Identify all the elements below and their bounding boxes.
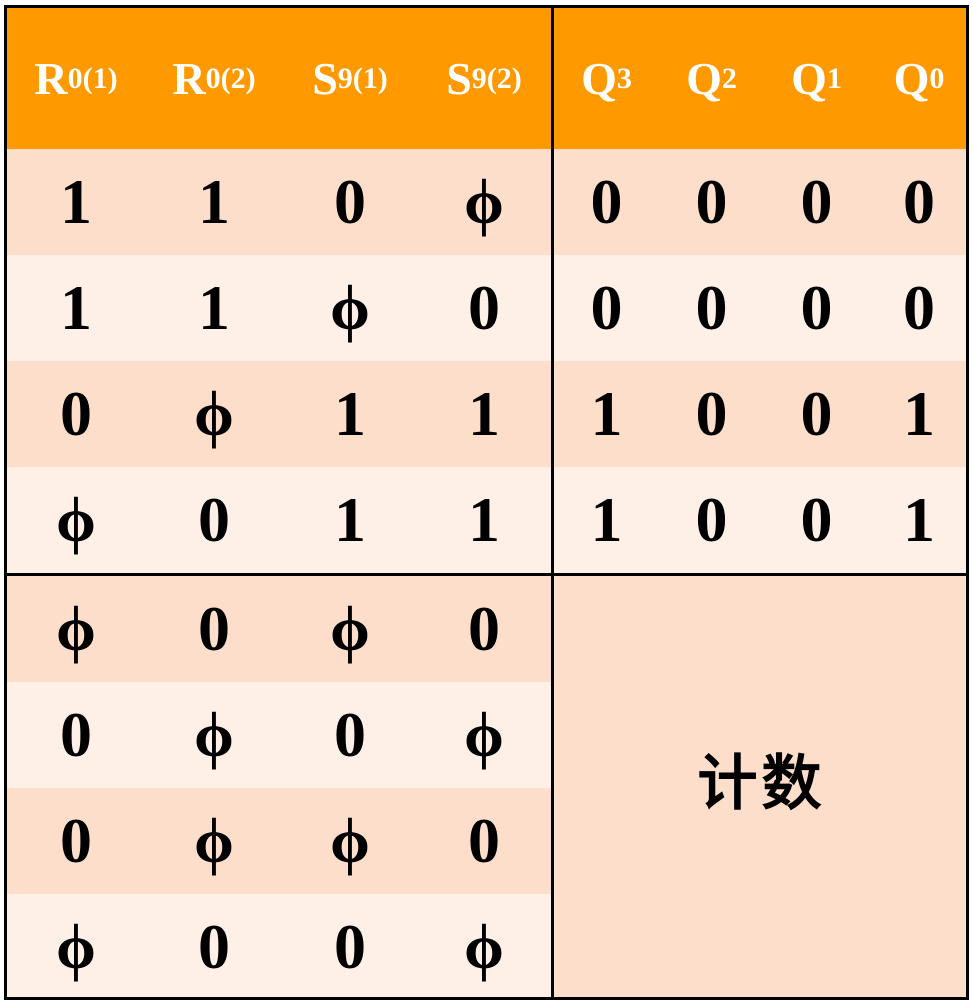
header-output-3: Q0 <box>869 8 966 149</box>
count-input-cell: ϕ <box>145 788 283 894</box>
output-cell: 0 <box>764 255 869 361</box>
output-cell: 0 <box>554 149 659 255</box>
header-input-2: S 9(1) <box>283 8 417 149</box>
count-input-cell: ϕ <box>283 788 417 894</box>
header-symbol: Q <box>686 52 722 104</box>
header-input-3: S 9(2) <box>417 8 551 149</box>
output-cell: 0 <box>764 467 869 573</box>
input-cell: 0 <box>283 149 417 255</box>
output-cell: 1 <box>869 467 966 573</box>
header-symbol: Q <box>581 52 617 104</box>
output-cell: 0 <box>869 255 966 361</box>
count-input-cell: ϕ <box>417 894 551 997</box>
output-cell: 1 <box>554 361 659 467</box>
input-cell: 1 <box>283 361 417 467</box>
header-input-1: R 0(2) <box>145 8 283 149</box>
count-label: 计数 <box>554 576 966 997</box>
header-output-1: Q2 <box>659 8 764 149</box>
input-cell: ϕ <box>145 361 283 467</box>
input-cell: ϕ <box>283 255 417 361</box>
input-cell: 1 <box>145 149 283 255</box>
output-cell: 0 <box>764 149 869 255</box>
count-input-cell: 0 <box>417 788 551 894</box>
input-cell: 1 <box>283 467 417 573</box>
input-cell: ϕ <box>417 149 551 255</box>
truth-table-grid: R 0(1) R 0(2) S 9(1) S 9(2) Q 3 Q 2 Q 1 Q 0 1 1 0 ϕ 0 0 0 0 1 1 ϕ 0… <box>7 8 966 997</box>
input-cell: 1 <box>417 467 551 573</box>
count-input-cell: ϕ <box>283 576 417 682</box>
count-input-cell: 0 <box>417 576 551 682</box>
count-input-cell: ϕ <box>7 576 145 682</box>
count-input-cell: 0 <box>7 682 145 788</box>
input-cell: 0 <box>7 361 145 467</box>
count-input-cell: 0 <box>283 894 417 997</box>
header-input-0: R 0(1) <box>7 8 145 149</box>
header-symbol: S <box>312 52 338 104</box>
input-cell: 1 <box>145 255 283 361</box>
input-cell: 1 <box>7 255 145 361</box>
header-symbol: Q <box>893 52 930 104</box>
count-input-cell: 0 <box>145 576 283 682</box>
output-cell: 0 <box>659 149 764 255</box>
count-input-cell: 0 <box>7 788 145 894</box>
truth-table: R 0(1) R 0(2) S 9(1) S 9(2) Q 3 Q 2 Q 1 Q 0 1 1 0 ϕ 0 0 0 0 1 1 ϕ 0… <box>4 5 969 1000</box>
output-cell: 0 <box>869 149 966 255</box>
count-input-cell: 0 <box>283 682 417 788</box>
header-symbol: Q <box>791 52 827 104</box>
header-symbol: R <box>34 52 68 104</box>
header-symbol: R <box>172 52 206 104</box>
header-output-2: Q1 <box>764 8 869 149</box>
input-cell: ϕ <box>7 467 145 573</box>
output-cell: 0 <box>659 467 764 573</box>
input-cell: 0 <box>417 255 551 361</box>
count-input-cell: ϕ <box>417 682 551 788</box>
input-cell: 1 <box>7 149 145 255</box>
count-input-cell: ϕ <box>145 682 283 788</box>
output-cell: 0 <box>659 255 764 361</box>
output-cell: 0 <box>764 361 869 467</box>
input-cell: 0 <box>145 467 283 573</box>
output-cell: 0 <box>659 361 764 467</box>
header-output-0: Q3 <box>554 8 659 149</box>
count-input-cell: 0 <box>145 894 283 997</box>
output-cell: 0 <box>554 255 659 361</box>
header-symbol: S <box>446 52 472 104</box>
output-cell: 1 <box>554 467 659 573</box>
input-cell: 1 <box>417 361 551 467</box>
count-input-cell: ϕ <box>7 894 145 997</box>
output-cell: 1 <box>869 361 966 467</box>
